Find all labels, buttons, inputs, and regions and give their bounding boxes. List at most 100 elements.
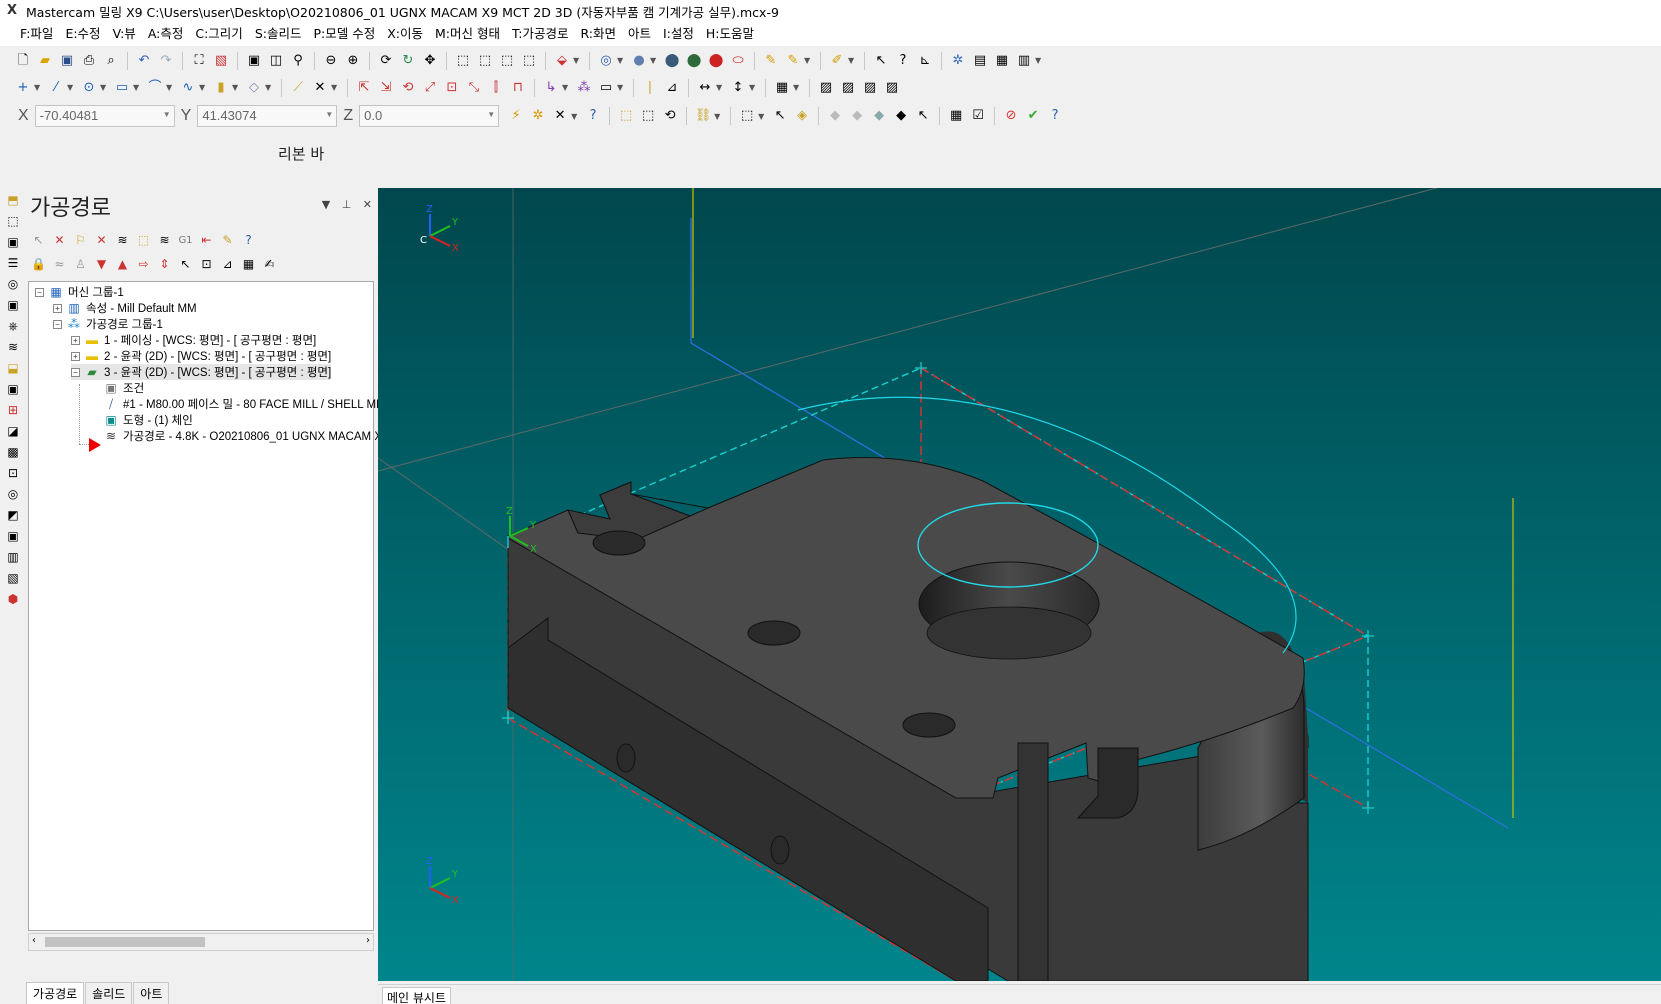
dimension-horizontal-icon[interactable]: ↔ bbox=[696, 79, 714, 97]
toggle-display-icon[interactable]: ≈ bbox=[51, 256, 68, 273]
solid-select-icon[interactable]: ◈ bbox=[793, 107, 811, 125]
tab-art[interactable]: 아트 bbox=[133, 982, 170, 1004]
contour-icon[interactable]: ⬚ bbox=[4, 212, 22, 230]
array-icon[interactable]: ⁂ bbox=[575, 79, 593, 97]
menu-view[interactable]: V:뷰 bbox=[107, 22, 142, 46]
z-coordinate-input[interactable]: 0.0 ▼ bbox=[359, 105, 500, 127]
globe-icon[interactable]: ◎ bbox=[597, 52, 615, 70]
cursor-icon[interactable]: ↖ bbox=[771, 107, 789, 125]
tab-toolpaths[interactable]: 가공경로 bbox=[26, 982, 85, 1004]
stock-icon[interactable]: ⬢ bbox=[4, 590, 22, 608]
xform-scale-icon[interactable]: ⤢ bbox=[421, 79, 439, 97]
menu-art[interactable]: 아트 bbox=[622, 22, 657, 46]
tree-node-operation-1[interactable]: + ▬ 1 - 페이싱 - [WCS: 평면] - [ 공구평면 : 평면] bbox=[71, 332, 316, 348]
menu-file[interactable]: F:파일 bbox=[14, 22, 59, 46]
chevron-down-icon[interactable]: ▼ bbox=[571, 112, 579, 121]
tree-node-geometry[interactable]: ▣ 도형 - (1) 체인 bbox=[103, 412, 192, 428]
multiaxis-icon[interactable]: ◩ bbox=[4, 506, 22, 524]
print-icon[interactable]: ⎙ bbox=[80, 52, 98, 70]
wireframe-icon[interactable]: ⬭ bbox=[729, 52, 747, 70]
line-icon[interactable]: ⁄ bbox=[47, 79, 65, 97]
help-circle-icon[interactable]: ? bbox=[584, 107, 602, 125]
xform-project-icon[interactable]: ⤡ bbox=[465, 79, 483, 97]
highfeed-icon[interactable]: ✎ bbox=[219, 232, 236, 249]
break-icon[interactable]: ✕ bbox=[311, 79, 329, 97]
menu-analyze[interactable]: A:측정 bbox=[142, 22, 190, 46]
tree-node-tool[interactable]: ⧸ #1 - M80.00 페이스 밀 - 80 FACE MILL / SHE… bbox=[103, 396, 386, 412]
regenerate-dirty-icon[interactable]: ✕ bbox=[93, 232, 110, 249]
menu-solids[interactable]: S:솔리드 bbox=[249, 22, 308, 46]
chevron-down-icon[interactable]: ▼ bbox=[758, 112, 766, 121]
chevron-down-icon[interactable]: ▼ bbox=[1035, 56, 1043, 65]
thread-mill-icon[interactable]: ≋ bbox=[4, 338, 22, 356]
slot-icon[interactable]: ☰ bbox=[4, 254, 22, 272]
g1-icon[interactable]: G1 bbox=[177, 232, 194, 249]
snap-options-icon[interactable]: ✕ bbox=[551, 107, 569, 125]
display-selected-icon[interactable]: ↖ bbox=[177, 256, 194, 273]
help-question-icon[interactable]: ? bbox=[894, 52, 912, 70]
dynamic-rotate-icon[interactable]: ↻ bbox=[399, 52, 417, 70]
tab-main-viewsheet[interactable]: 메인 뷰시트 bbox=[382, 987, 452, 1004]
tree-horizontal-scrollbar[interactable]: ‹ › bbox=[28, 933, 374, 951]
toggle-posting-icon[interactable]: ♙ bbox=[72, 256, 89, 273]
xform-stretch-icon[interactable]: ⫿ bbox=[487, 79, 505, 97]
chevron-down-icon[interactable]: ▼ bbox=[749, 83, 757, 92]
analyze-icon[interactable]: ✐ bbox=[828, 52, 846, 70]
zoom-icon[interactable]: ⊕ bbox=[344, 52, 362, 70]
chevron-down-icon[interactable]: ▼ bbox=[325, 110, 333, 119]
help-arrow-icon[interactable]: ↖ bbox=[872, 52, 890, 70]
move-up-icon[interactable]: ▲ bbox=[114, 256, 131, 273]
tool-manager-icon[interactable]: ▦ bbox=[240, 256, 257, 273]
zoom-target-icon[interactable]: ◫ bbox=[267, 52, 285, 70]
grid-icon[interactable]: ▦ bbox=[773, 79, 791, 97]
chevron-down-icon[interactable]: ▼ bbox=[331, 83, 339, 92]
tree-node-parameters[interactable]: ▣ 조건 bbox=[103, 380, 144, 396]
redo-icon[interactable]: ↷ bbox=[157, 52, 175, 70]
select-failed-icon[interactable]: ✕ bbox=[51, 232, 68, 249]
xform-mirror-icon[interactable]: ⇲ bbox=[377, 79, 395, 97]
open-file-icon[interactable]: ▰ bbox=[36, 52, 54, 70]
measure-icon[interactable]: ⊾ bbox=[916, 52, 934, 70]
transform-toolpath-icon[interactable]: ▣ bbox=[4, 527, 22, 545]
options-icon[interactable]: ✍ bbox=[261, 256, 278, 273]
drill-icon[interactable]: ◎ bbox=[4, 275, 22, 293]
rotate-icon[interactable]: ⟳ bbox=[377, 52, 395, 70]
simulate-icon[interactable]: ≋ bbox=[156, 232, 173, 249]
viewport-canvas[interactable]: Z Y X C Z Y X Z Y X bbox=[378, 188, 1661, 981]
pin-icon[interactable]: ❘ bbox=[641, 79, 659, 97]
chevron-down-icon[interactable]: ▼ bbox=[804, 56, 812, 65]
solid-back-icon[interactable]: ◆ bbox=[892, 107, 910, 125]
menu-help[interactable]: H:도움말 bbox=[700, 22, 760, 46]
tree-node-toolpath-group[interactable]: − ⁂ 가공경로 그룹-1 bbox=[53, 316, 163, 332]
menu-settings[interactable]: I:설정 bbox=[657, 22, 700, 46]
calculator-icon[interactable]: ▦ bbox=[993, 52, 1011, 70]
chain-icon[interactable]: ⛓ bbox=[694, 107, 712, 125]
menu-model-prep[interactable]: P:모델 수정 bbox=[307, 22, 381, 46]
snap-icon[interactable]: ⊿ bbox=[663, 79, 681, 97]
window-icon[interactable]: ▤ bbox=[971, 52, 989, 70]
chevron-down-icon[interactable]: ▼ bbox=[232, 83, 240, 92]
autocursor-icon[interactable]: ✲ bbox=[529, 107, 547, 125]
display-options-icon[interactable]: ⊡ bbox=[198, 256, 215, 273]
window-select-icon[interactable]: ⬚ bbox=[738, 107, 756, 125]
y-coordinate-input[interactable]: 41.43074 ▼ bbox=[197, 105, 338, 127]
menu-create[interactable]: C:그리기 bbox=[189, 22, 248, 46]
stock-model-icon[interactable]: ⊡ bbox=[4, 464, 22, 482]
chevron-down-icon[interactable]: ▼ bbox=[199, 83, 207, 92]
scroll-left-icon[interactable]: ‹ bbox=[32, 935, 36, 946]
close-icon[interactable]: ✕ bbox=[363, 198, 372, 211]
chevron-down-icon[interactable]: ▼ bbox=[166, 83, 174, 92]
lock-icon[interactable]: 🔒 bbox=[30, 256, 47, 273]
xform-roll-icon[interactable]: ⊓ bbox=[509, 79, 527, 97]
verify-icon[interactable]: ⬚ bbox=[135, 232, 152, 249]
menu-toolpaths[interactable]: T:가공경로 bbox=[506, 22, 574, 46]
facing-icon[interactable]: ⬒ bbox=[4, 191, 22, 209]
fillet-icon[interactable]: ⌒ bbox=[146, 79, 164, 97]
circle-mill-icon[interactable]: ▣ bbox=[4, 296, 22, 314]
help-icon[interactable]: ? bbox=[1046, 107, 1064, 125]
scrollbar-thumb[interactable] bbox=[45, 937, 205, 947]
expand-icon[interactable]: + bbox=[71, 335, 80, 345]
chevron-down-icon[interactable]: ▼ bbox=[793, 83, 801, 92]
drafting-icon[interactable]: ◇ bbox=[245, 79, 263, 97]
front-view-icon[interactable]: ⬚ bbox=[476, 52, 494, 70]
